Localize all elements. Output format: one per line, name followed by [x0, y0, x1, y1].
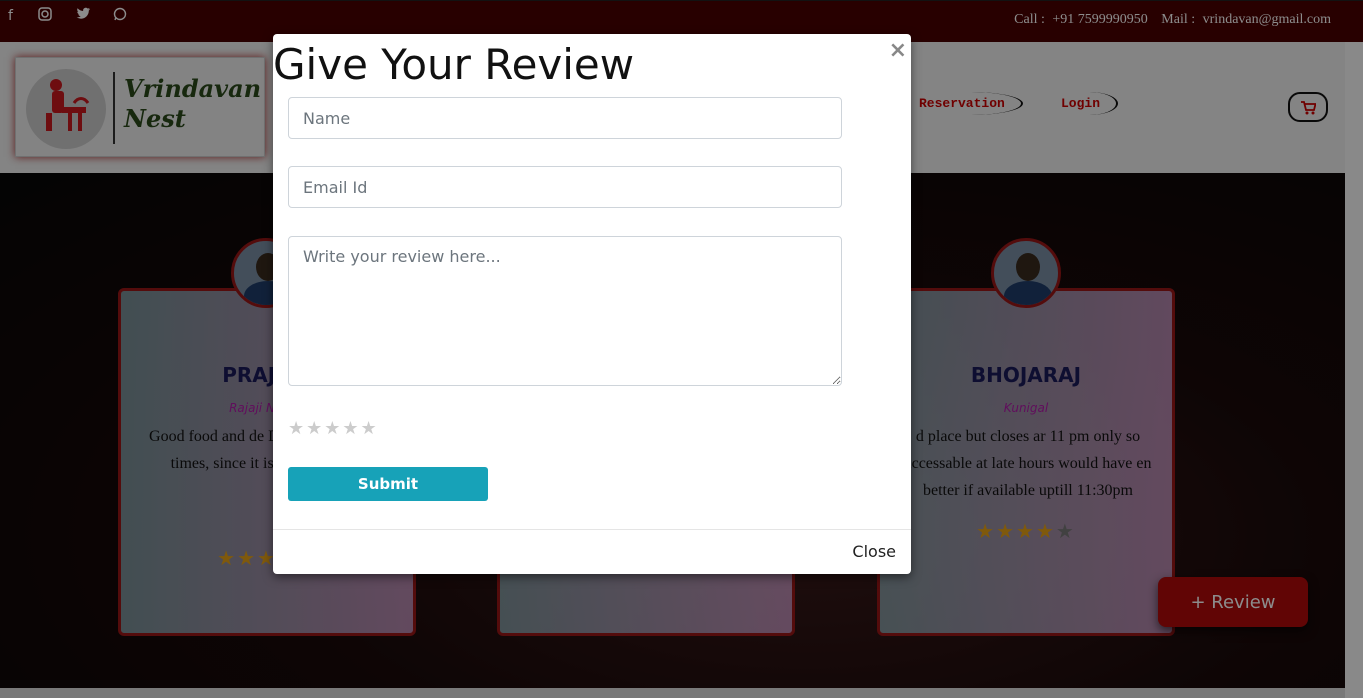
submit-button[interactable]: Submit	[288, 467, 488, 501]
email-input[interactable]	[288, 166, 842, 208]
close-icon[interactable]: ×	[889, 38, 907, 63]
review-textarea[interactable]	[288, 236, 842, 386]
review-modal: Give Your Review × ★★★★★ Submit Close	[273, 34, 911, 574]
rating-stars[interactable]: ★★★★★	[288, 418, 379, 439]
name-input[interactable]	[288, 97, 842, 139]
modal-footer: Close	[273, 529, 911, 574]
modal-title: Give Your Review	[273, 40, 635, 89]
close-button[interactable]: Close	[852, 542, 896, 561]
